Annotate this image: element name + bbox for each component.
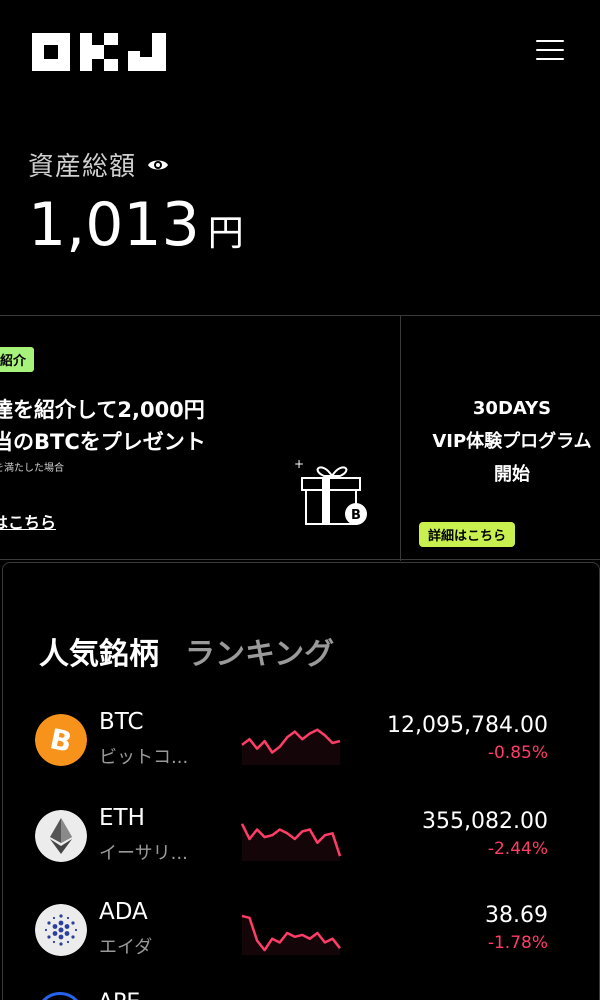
cardano-icon [35,904,87,956]
coin-row-ada[interactable]: ADA エイダ 38.69 -1.78% [3,897,600,977]
referral-banner[interactable]: 紹介 達を紹介して2,000円 当のBTCをプレゼント を満たした場合 はこちら… [0,316,401,561]
ranking-title: 人気銘柄 ランキング [39,629,334,673]
coin-symbol-partial: APE [98,990,140,1000]
eye-icon[interactable] [146,153,170,177]
coin-change: -1.78% [487,933,548,953]
vip-headline: 30DAYS VIP体験プログラム 開始 [402,392,600,491]
app-header [0,0,600,100]
referral-tag: 紹介 [0,347,35,372]
bitcoin-icon: B [35,714,87,766]
total-assets-number: 1,013 [28,190,200,260]
referral-details-link[interactable]: はこちら [0,509,56,533]
coin-change: -0.85% [487,743,548,763]
tab-ranking[interactable]: ランキング [185,629,334,673]
price-sparkline [240,823,342,861]
total-assets-label-text: 資産総額 [28,152,137,182]
coin-change: -2.44% [487,839,548,859]
gift-bitcoin-icon: + B [294,457,367,525]
referral-headline-1: 達を紹介して2,000円 [0,398,205,422]
svg-text:+: + [294,457,304,471]
vip-line-3: 開始 [494,464,530,485]
promo-banner-carousel[interactable]: 紹介 達を紹介して2,000円 当のBTCをプレゼント を満たした場合 はこちら… [0,315,600,561]
total-assets-label: 資産総額 [28,146,170,183]
coin-symbol: ETH [99,805,145,831]
coin-name: イーサリ... [99,843,188,864]
total-assets-value: 1,013 円 [28,190,244,260]
coin-name: エイダ [99,937,153,958]
vip-banner[interactable]: 30DAYS VIP体験プログラム 開始 詳細はこちら [402,316,600,561]
price-sparkline [241,728,341,765]
coin-price: 355,082.00 [422,809,548,834]
coin-row-btc[interactable]: B BTC ビットコ... 12,095,784.00 -0.85% [3,707,600,787]
total-assets-unit: 円 [207,213,244,254]
ethereum-icon [35,810,87,862]
coin-row-eth[interactable]: ETH イーサリ... 355,082.00 -2.44% [3,803,600,883]
okj-logo[interactable] [32,33,166,71]
coin-symbol: ADA [99,899,148,925]
price-sparkline [241,914,341,955]
coin-price: 38.69 [485,903,548,928]
vip-line-1: 30DAYS [472,398,552,419]
svg-text:B: B [351,508,361,523]
coin-name: ビットコ... [99,747,189,768]
tab-popular[interactable]: 人気銘柄 [39,629,159,673]
referral-note: を満たした場合 [0,463,64,474]
hamburger-menu-icon[interactable] [536,40,564,64]
referral-headline-2: 当のBTCをプレゼント [0,430,206,454]
coin-price: 12,095,784.00 [387,713,548,738]
popular-ranking-card: 人気銘柄 ランキング B BTC ビットコ... 12,095,784.00 -… [2,562,600,1000]
vip-line-2: VIP体験プログラム [432,431,592,452]
vip-details-button[interactable]: 詳細はこちら [419,522,516,547]
coin-symbol: BTC [99,709,144,735]
